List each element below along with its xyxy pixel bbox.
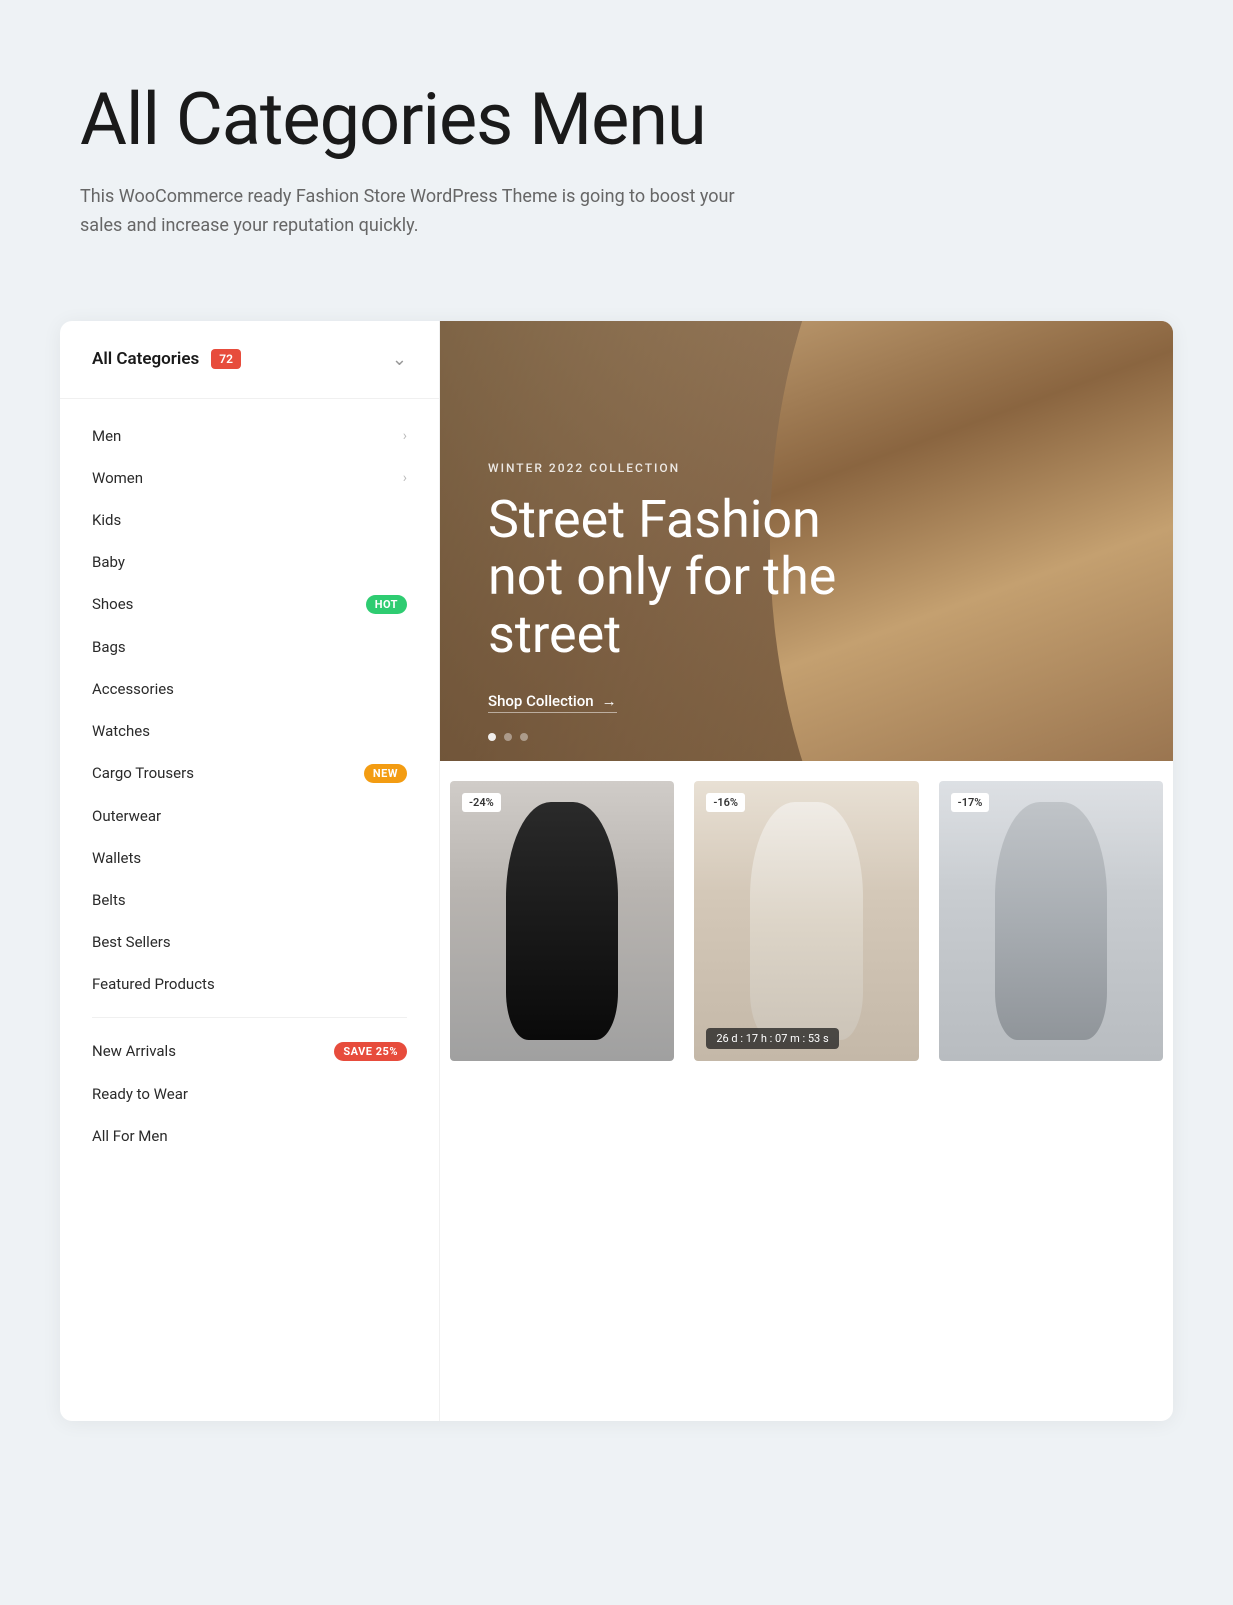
page-subtitle: This WooCommerce ready Fashion Store Wor… [80,183,780,241]
save-badge: SAVE 25% [334,1042,407,1061]
hero-banner[interactable]: WINTER 2022 COLLECTION Street Fashion no… [440,321,1173,761]
nav-item-label: Men [92,427,121,445]
arrow-right-icon: → [602,692,617,710]
sidebar-item-accessories[interactable]: Accessories [60,668,439,710]
banner-title: Street Fashion not only for the street [488,491,908,663]
nav-item-label: Kids [92,511,121,529]
banner-content: WINTER 2022 COLLECTION Street Fashion no… [440,413,956,761]
sidebar-item-men[interactable]: Men › [60,415,439,457]
category-count-badge: 72 [211,349,241,369]
nav-item-label: Outerwear [92,807,161,825]
nav-item-label: Women [92,469,143,487]
discount-badge-1: -24% [462,793,501,812]
nav-item-label: Ready to Wear [92,1085,188,1103]
nav-item-label: Best Sellers [92,933,171,951]
nav-item-label: Belts [92,891,126,909]
banner-dot-1[interactable] [488,733,496,741]
nav-item-right: SAVE 25% [334,1042,407,1061]
new-badge: NEW [364,764,407,783]
countdown-timer: 26 d : 17 h : 07 m : 53 s [706,1028,838,1049]
nav-item-label: Cargo Trousers [92,764,194,782]
nav-item-label: Bags [92,638,126,656]
nav-item-label: Shoes [92,595,133,613]
sidebar-item-outerwear[interactable]: Outerwear [60,795,439,837]
product-image-2 [750,802,862,1040]
nav-item-label: All For Men [92,1127,168,1145]
sidebar: All Categories 72 ⌄ Men › Women › [60,321,440,1421]
product-card-inner [694,781,918,1061]
sidebar-item-bags[interactable]: Bags [60,626,439,668]
nav-item-label: Featured Products [92,975,215,993]
sidebar-title: All Categories [92,349,199,369]
product-grid: -24% -16% 26 d : 17 h : 07 m : 53 s -17% [440,761,1173,1421]
category-nav: Men › Women › Kids Baby [60,399,439,1173]
product-card-1[interactable]: -24% [450,781,674,1061]
sidebar-item-women[interactable]: Women › [60,457,439,499]
nav-item-label: Watches [92,722,150,740]
product-card-inner [450,781,674,1061]
nav-item-right: › [403,428,407,444]
discount-badge-3: -17% [951,793,990,812]
hero-section: All Categories Menu This WooCommerce rea… [0,0,1233,301]
page-title: All Categories Menu [80,80,1153,159]
banner-dot-2[interactable] [504,733,512,741]
product-card-inner [939,781,1163,1061]
nav-item-label: New Arrivals [92,1042,176,1060]
chevron-down-icon[interactable]: ⌄ [392,349,407,370]
sidebar-header[interactable]: All Categories 72 ⌄ [60,321,439,399]
nav-item-right: NEW [364,764,407,783]
shop-collection-link[interactable]: Shop Collection → [488,692,617,713]
sidebar-item-baby[interactable]: Baby [60,541,439,583]
nav-item-label: Wallets [92,849,141,867]
sidebar-item-best-sellers[interactable]: Best Sellers [60,921,439,963]
sidebar-item-kids[interactable]: Kids [60,499,439,541]
nav-divider [92,1017,407,1018]
product-image-1 [506,802,618,1040]
sidebar-item-ready-to-wear[interactable]: Ready to Wear [60,1073,439,1115]
chevron-right-icon: › [403,428,407,444]
nav-item-label: Baby [92,553,125,571]
sidebar-item-all-for-men[interactable]: All For Men [60,1115,439,1157]
banner-dot-3[interactable] [520,733,528,741]
product-image-3 [995,802,1107,1040]
sidebar-item-shoes[interactable]: Shoes HOT [60,583,439,626]
nav-item-label: Accessories [92,680,174,698]
nav-item-right: › [403,470,407,486]
sidebar-item-new-arrivals[interactable]: New Arrivals SAVE 25% [60,1030,439,1073]
sidebar-item-wallets[interactable]: Wallets [60,837,439,879]
sidebar-item-watches[interactable]: Watches [60,710,439,752]
banner-collection-label: WINTER 2022 COLLECTION [488,461,908,475]
main-panel: All Categories 72 ⌄ Men › Women › [60,321,1173,1421]
banner-dots [488,733,528,741]
banner-cta-label: Shop Collection [488,692,594,710]
product-card-3[interactable]: -17% [939,781,1163,1061]
chevron-right-icon: › [403,470,407,486]
product-card-2[interactable]: -16% 26 d : 17 h : 07 m : 53 s [694,781,918,1061]
discount-badge-2: -16% [706,793,745,812]
sidebar-item-featured-products[interactable]: Featured Products [60,963,439,1005]
sidebar-item-belts[interactable]: Belts [60,879,439,921]
nav-item-right: HOT [366,595,407,614]
sidebar-item-cargo-trousers[interactable]: Cargo Trousers NEW [60,752,439,795]
main-content: WINTER 2022 COLLECTION Street Fashion no… [440,321,1173,1421]
sidebar-header-left: All Categories 72 [92,349,241,369]
hot-badge: HOT [366,595,407,614]
